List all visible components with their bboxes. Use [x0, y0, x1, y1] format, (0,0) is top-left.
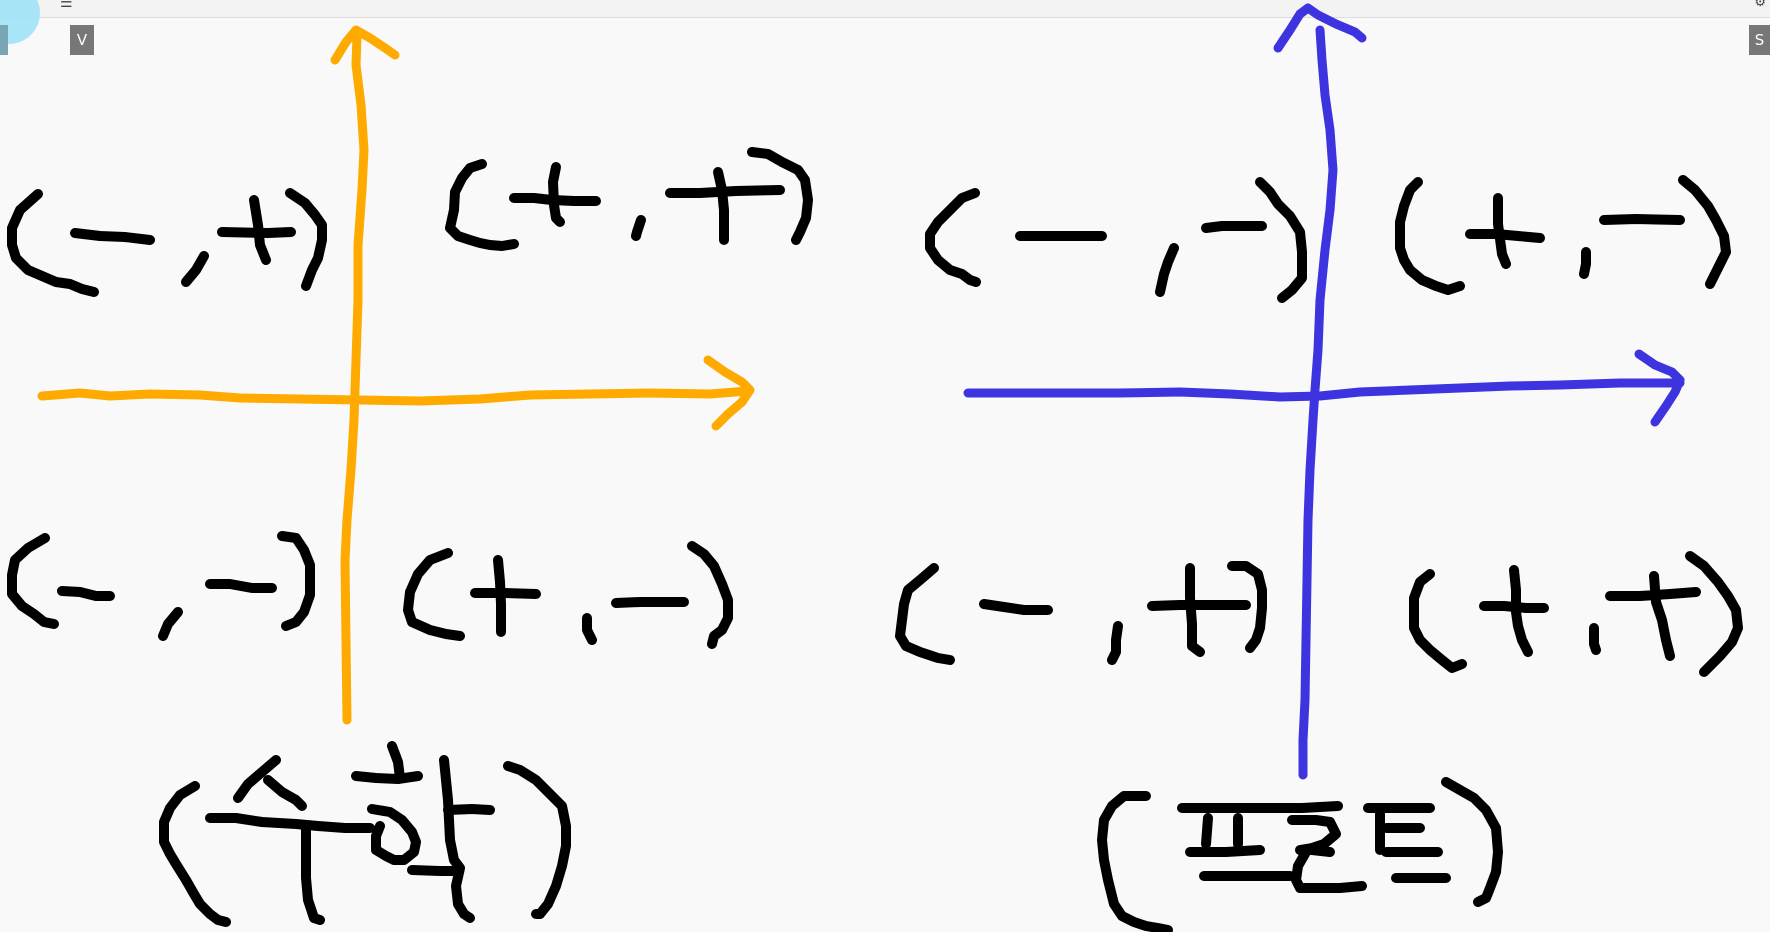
left-label-plus-minus	[403, 541, 733, 649]
right-y-axis	[1298, 25, 1338, 780]
right-x-axis	[963, 378, 1685, 402]
right-label-plus-minus	[1395, 175, 1731, 295]
left-y-arrowhead	[330, 25, 400, 65]
right-axes	[963, 3, 1685, 780]
left-label-plus-plus	[445, 147, 813, 251]
drawing-canvas[interactable]	[0, 0, 1770, 932]
left-edge-tab[interactable]	[0, 25, 8, 55]
left-axes	[37, 25, 755, 725]
right-label-minus-plus	[895, 561, 1267, 665]
whiteboard-app: ☰ ⚙ V S	[0, 0, 1770, 932]
left-caption	[159, 741, 571, 927]
v-tab[interactable]: V	[70, 25, 94, 55]
right-label-minus-minus	[925, 177, 1307, 303]
left-x-axis	[37, 386, 753, 406]
left-label-minus-minus	[7, 531, 315, 641]
right-caption	[1097, 777, 1503, 932]
left-label-minus-plus	[7, 188, 327, 297]
s-tab[interactable]: S	[1749, 25, 1770, 55]
left-y-axis	[340, 30, 369, 725]
right-label-plus-plus	[1409, 551, 1743, 677]
right-x-arrowhead	[1634, 349, 1685, 427]
